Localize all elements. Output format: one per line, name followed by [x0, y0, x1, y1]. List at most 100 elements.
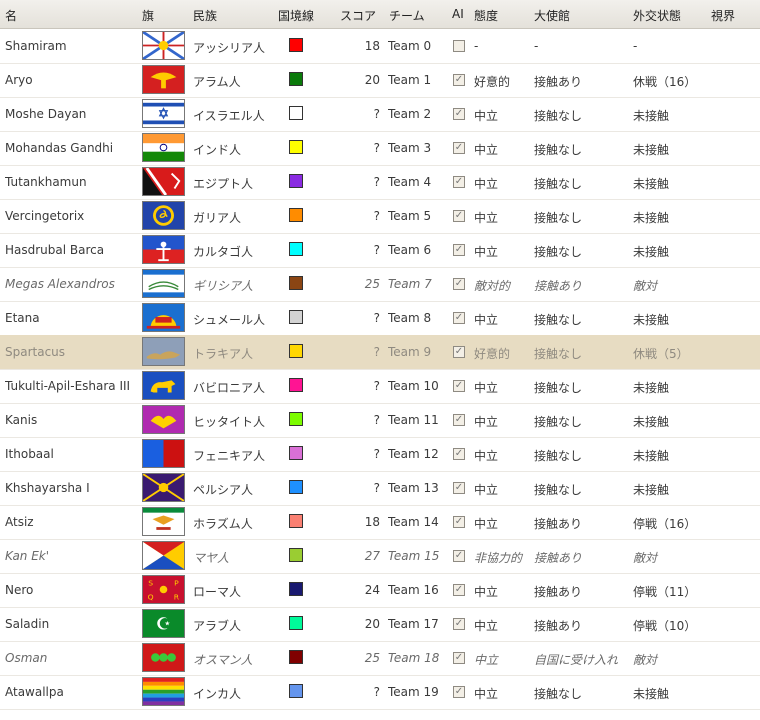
border-color-swatch: [289, 650, 303, 664]
border-color-swatch: [289, 242, 303, 256]
ai-checkbox[interactable]: ✓: [453, 244, 465, 256]
table-row[interactable]: Tutankhamun エジプト人? Team 4 ✓ 中立 接触なし 未接触: [0, 165, 760, 200]
ai-checkbox[interactable]: ✓: [453, 142, 465, 154]
nation-name: ホラズム人: [193, 517, 253, 531]
ai-checkbox[interactable]: ✓: [453, 108, 465, 120]
col-ai-header[interactable]: AI: [452, 7, 464, 21]
table-row[interactable]: Spartacus トラキア人? Team 9 ✓ 好意的 接触なし 休戦（5）: [0, 335, 760, 370]
team-name: Team 12: [388, 447, 439, 461]
ai-checkbox[interactable]: ✓: [453, 346, 465, 358]
table-row[interactable]: Aryo アラム人 20 Team 1 ✓ 好意的 接触あり 休戦（16）: [0, 63, 760, 98]
table-row[interactable]: Megas Alexandros ギリシア人 25 Team 7 ✓ 敵対的 接触あり 敵対: [0, 267, 760, 302]
col-nation-header[interactable]: 民族: [193, 7, 217, 24]
table-row[interactable]: Hasdrubal Barca カルタゴ人? Team 6 ✓ 中立 接触なし 未接触: [0, 233, 760, 268]
ai-checkbox[interactable]: ✓: [453, 74, 465, 86]
ai-checkbox[interactable]: ✓: [453, 312, 465, 324]
score-value: ?: [373, 345, 380, 359]
col-score-header[interactable]: スコア: [340, 7, 376, 24]
embassy-status: 接触あり: [534, 279, 583, 293]
team-name: Team 2: [388, 107, 432, 121]
border-color-swatch: [289, 582, 303, 596]
table-row[interactable]: Etana シュメール人? Team 8 ✓ 中立 接触なし 未接触: [0, 301, 760, 336]
ai-checkbox[interactable]: ✓: [453, 176, 465, 188]
player-name: Atawallpa: [5, 685, 64, 699]
diplomacy-status: 未接触: [633, 449, 670, 463]
attitude-value: 中立: [474, 211, 499, 225]
player-name: Vercingetorix: [5, 209, 85, 223]
ai-checkbox[interactable]: ✓: [453, 448, 465, 460]
table-row[interactable]: Atsiz ホラズム人 18 Team 14 ✓ 中立 接触あり 停戦（16）: [0, 505, 760, 540]
col-diplomacy-header[interactable]: 外交状態: [633, 7, 681, 24]
table-row[interactable]: Ithobaal フェニキア人? Team 12 ✓ 中立 接触なし 未接触: [0, 437, 760, 472]
ai-checkbox[interactable]: ✓: [453, 686, 465, 698]
attitude-value: 好意的: [474, 347, 511, 361]
col-team-header[interactable]: チーム: [389, 7, 425, 24]
table-row[interactable]: Atawallpa インカ人? Team 19 ✓ 中立 接触なし 未接触: [0, 675, 760, 710]
score-value: 24: [364, 583, 380, 597]
table-row[interactable]: Saladin ☪ アラブ人 20 Team 17 ✓ 中立 接触あり 停戦（10）: [0, 607, 760, 642]
border-color-swatch: [289, 174, 303, 188]
table-row[interactable]: Kan Ek' マヤ人 27 Team 15 ✓ 非協力的 接触あり 敵対: [0, 539, 760, 574]
embassy-status: 接触あり: [534, 585, 583, 599]
table-row[interactable]: Vercingetorix ガリア人? Team 5 ✓ 中立 接触なし 未接触: [0, 199, 760, 234]
player-name: Nero: [5, 583, 34, 597]
col-border-header[interactable]: 国境線: [278, 7, 314, 24]
table-row[interactable]: Moshe Dayan イスラエル人? Team 2 ✓ 中立 接触なし 未接触: [0, 97, 760, 132]
attitude-value: 中立: [474, 109, 499, 123]
diplomacy-status: 未接触: [633, 415, 670, 429]
diplomacy-status: 敵対: [633, 279, 658, 293]
embassy-status: 接触なし: [534, 483, 583, 497]
flag-israel: [142, 99, 185, 128]
table-row[interactable]: Kanis ヒッタイト人? Team 11 ✓ 中立 接触なし 未接触: [0, 403, 760, 438]
team-name: Team 1: [388, 73, 432, 87]
border-color-swatch: [289, 38, 303, 52]
ai-checkbox[interactable]: ✓: [453, 210, 465, 222]
flag-sumer: [142, 303, 185, 332]
table-row[interactable]: Tukulti-Apil-Eshara III バビロニア人? Team 10 ✓ 中立…: [0, 369, 760, 404]
embassy-status: 接触なし: [534, 687, 583, 701]
table-row[interactable]: Nero S P Q R ローマ人 24 Team 16 ✓ 中立 接触あり 停戦（11）: [0, 573, 760, 608]
table-row[interactable]: Shamiram アッシリア人 18 Team 0 - - -: [0, 29, 760, 64]
team-name: Team 11: [388, 413, 439, 427]
embassy-status: 接触なし: [534, 143, 583, 157]
table-row[interactable]: Mohandas Gandhi インド人? Team 3 ✓ 中立 接触なし 未接触: [0, 131, 760, 166]
ai-checkbox[interactable]: [453, 40, 465, 52]
flag-rome: S P Q R: [142, 575, 185, 604]
team-name: Team 19: [388, 685, 439, 699]
diplomacy-status: 停戦（16）: [633, 517, 697, 531]
diplomacy-status: 休戦（16）: [633, 75, 697, 89]
col-attitude-header[interactable]: 態度: [474, 7, 498, 24]
table-row[interactable]: Osman オスマン人 25 Team 18 ✓ 中立 自国に受け入れ 敵対: [0, 641, 760, 676]
player-name: Tukulti-Apil-Eshara III: [5, 379, 131, 393]
diplomacy-status: 休戦（5）: [633, 347, 689, 361]
ai-checkbox[interactable]: ✓: [453, 414, 465, 426]
score-value: ?: [373, 209, 380, 223]
team-name: Team 5: [388, 209, 432, 223]
ai-checkbox[interactable]: ✓: [453, 652, 465, 664]
ai-checkbox[interactable]: ✓: [453, 482, 465, 494]
col-flag-header[interactable]: 旗: [142, 7, 154, 24]
ai-checkbox[interactable]: ✓: [453, 584, 465, 596]
table-row[interactable]: Khshayarsha I ペルシア人? Team 13 ✓ 中立 接触なし 未接触: [0, 471, 760, 506]
score-value: 27: [364, 549, 380, 563]
ai-checkbox[interactable]: ✓: [453, 618, 465, 630]
embassy-status: 自国に受け入れ: [534, 653, 619, 667]
ai-checkbox[interactable]: ✓: [453, 278, 465, 290]
score-value: 18: [364, 39, 380, 53]
ai-checkbox[interactable]: ✓: [453, 380, 465, 392]
col-vision-header[interactable]: 視界: [711, 7, 735, 24]
ai-checkbox[interactable]: ✓: [453, 550, 465, 562]
ai-checkbox[interactable]: ✓: [453, 516, 465, 528]
team-name: Team 9: [388, 345, 432, 359]
player-name: Etana: [5, 311, 40, 325]
border-color-swatch: [289, 276, 303, 290]
diplomacy-status: 敵対: [633, 653, 658, 667]
embassy-status: 接触あり: [534, 517, 583, 531]
score-value: ?: [373, 481, 380, 495]
nation-name: アラブ人: [193, 619, 242, 633]
col-name-header[interactable]: 名: [5, 7, 17, 24]
player-name: Hasdrubal Barca: [5, 243, 105, 257]
col-embassy-header[interactable]: 大使館: [534, 7, 570, 24]
attitude-value: 中立: [474, 381, 499, 395]
nation-name: アラム人: [193, 75, 241, 89]
